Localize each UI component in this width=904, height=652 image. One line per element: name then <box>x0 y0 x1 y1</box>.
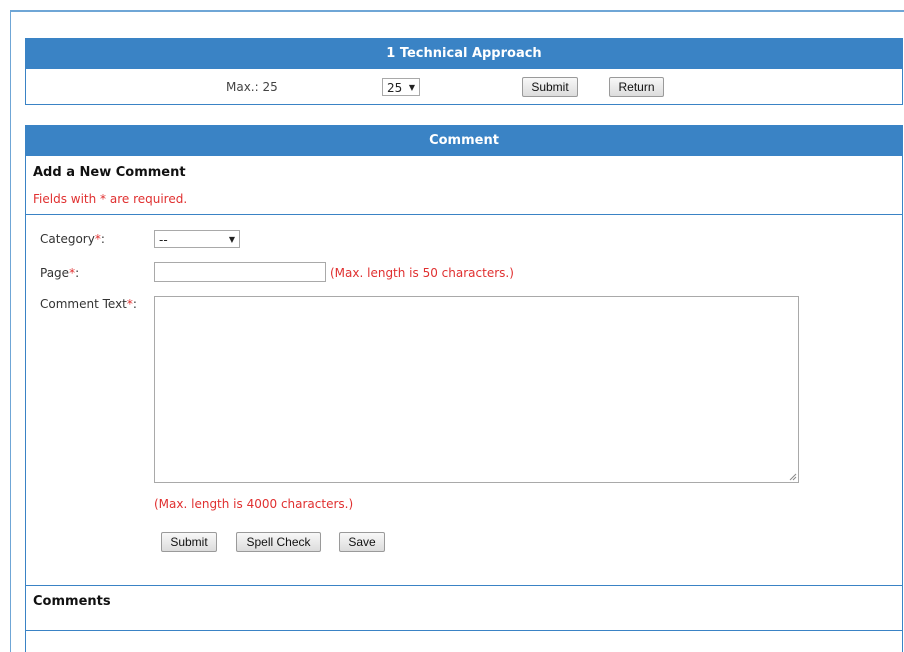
return-button[interactable]: Return <box>609 77 664 97</box>
spell-check-button[interactable]: Spell Check <box>236 532 321 552</box>
window-top-border <box>10 10 904 12</box>
score-panel: 1 Technical Approach Max.: 25 25 ▼ Submi… <box>25 38 903 105</box>
save-button[interactable]: Save <box>339 532 385 552</box>
divider <box>26 585 902 586</box>
category-select-value: -- <box>159 233 168 247</box>
category-select[interactable]: -- ▼ <box>154 230 240 248</box>
category-label: Category*: <box>40 232 105 246</box>
add-comment-heading: Add a New Comment <box>33 165 186 180</box>
score-submit-button[interactable]: Submit <box>522 77 578 97</box>
chevron-down-icon: ▼ <box>408 83 415 92</box>
page-length-hint: (Max. length is 50 characters.) <box>330 266 514 280</box>
category-label-text: Category <box>40 232 95 246</box>
score-select-value: 25 <box>387 81 403 95</box>
required-fields-note: Fields with * are required. <box>33 192 188 206</box>
score-select[interactable]: 25 ▼ <box>382 78 420 96</box>
comment-text-label: Comment Text*: <box>40 297 137 311</box>
page-label: Page*: <box>40 266 80 280</box>
required-star: * <box>94 232 101 246</box>
comment-textarea[interactable] <box>154 296 799 483</box>
max-score-label: Max.: 25 <box>226 80 278 94</box>
comment-panel: Comment Add a New Comment Fields with * … <box>25 125 903 652</box>
page-input[interactable] <box>154 262 326 282</box>
resize-grip-icon[interactable] <box>789 473 797 481</box>
required-star: * <box>126 297 133 311</box>
score-panel-title: 1 Technical Approach <box>26 39 902 69</box>
divider <box>26 630 902 631</box>
divider <box>26 214 902 215</box>
required-star: * <box>69 266 76 280</box>
page-label-text: Page <box>40 266 70 280</box>
comment-panel-title: Comment <box>26 126 902 156</box>
comment-length-hint: (Max. length is 4000 characters.) <box>154 497 354 511</box>
score-row: Max.: 25 25 ▼ Submit Return <box>26 69 902 104</box>
comment-text-label-text: Comment Text <box>40 297 127 311</box>
comments-heading: Comments <box>33 594 111 609</box>
window-left-border <box>10 10 11 652</box>
comment-submit-button[interactable]: Submit <box>161 532 217 552</box>
chevron-down-icon: ▼ <box>228 235 235 244</box>
